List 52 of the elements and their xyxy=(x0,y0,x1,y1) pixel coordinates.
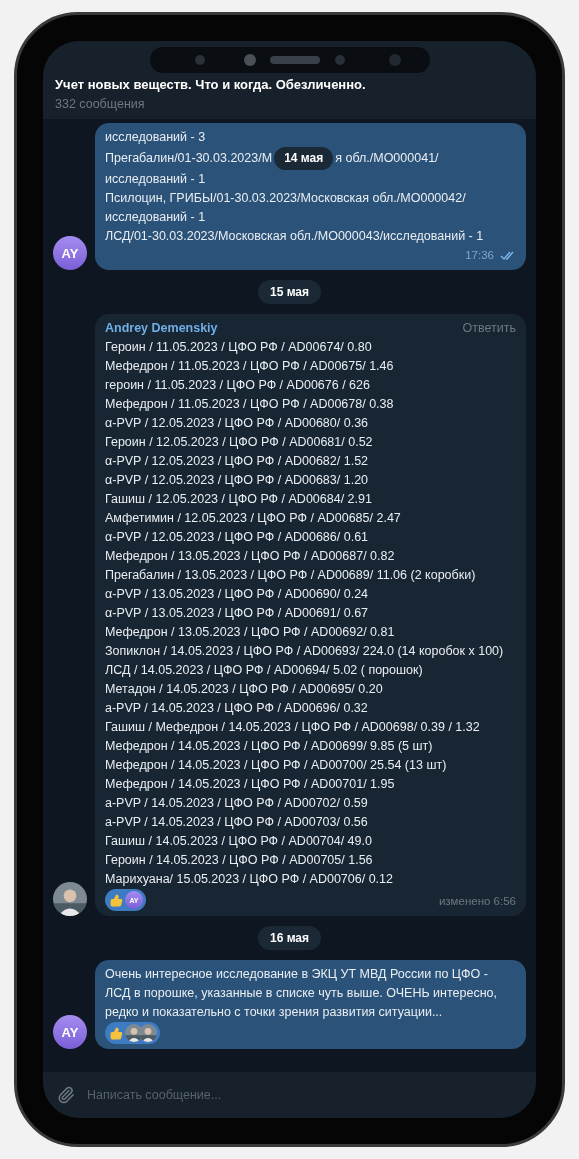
message-line: исследований - 3 xyxy=(105,129,207,147)
message-line: Гашиш / Мефедрон / 14.05.2023 / ЦФО РФ / AD00698/ 0.39 / 1.32 xyxy=(105,719,481,737)
message-line: α-PVP / 13.05.2023 / ЦФО РФ / AD00691/ 0.67 xyxy=(105,605,370,623)
message-line: ЛСД / 14.05.2023 / ЦФО РФ / AD00694/ 5.02 ( порошок) xyxy=(105,662,424,680)
message-line: Мефедрон / 14.05.2023 / ЦФО РФ / AD00699/ 9.85 (5 шт) xyxy=(105,738,434,756)
sender-name[interactable]: Andrey Demenskiy xyxy=(105,319,218,339)
message-line: Мефедрон / 14.05.2023 / ЦФО РФ / AD00701/ 1.95 xyxy=(105,776,396,794)
message-line: Мефедрон / 11.05.2023 / ЦФО РФ / AD00678/ 0.38 xyxy=(105,396,395,414)
message-line: Зопиклон / 14.05.2023 / ЦФО РФ / AD00693/ 224.0 (14 коробок х 100) xyxy=(105,643,505,661)
message-line: Мефедрон / 13.05.2023 / ЦФО РФ / AD00687/ 0.82 xyxy=(105,548,396,566)
message-line: a-PVP / 14.05.2023 / ЦФО РФ / AD00696/ 0.32 xyxy=(105,700,369,718)
chat-subtitle: 332 сообщения xyxy=(55,95,146,113)
message-line: α-PVP / 12.05.2023 / ЦФО РФ / AD00682/ 1.52 xyxy=(105,453,370,471)
reaction-chip[interactable] xyxy=(105,1022,160,1045)
thumbs-up-icon xyxy=(110,1026,123,1040)
message-line: Героин / 11.05.2023 / ЦФО РФ / AD00674/ 0.80 xyxy=(105,339,373,357)
message-line: α-PVP / 12.05.2023 / ЦФО РФ / AD00686/ 0.61 xyxy=(105,529,370,547)
message-line: героин / 11.05.2023 / ЦФО РФ / AD00676 / 626 xyxy=(105,377,371,395)
message-line: Гашиш / 14.05.2023 / ЦФО РФ / AD00704/ 49.0 xyxy=(105,833,373,851)
message-line: α-PVP / 13.05.2023 / ЦФО РФ / AD00690/ 0.24 xyxy=(105,586,370,604)
avatar[interactable]: AY xyxy=(53,236,87,271)
message-line: Героин / 14.05.2023 / ЦФО РФ / AD00705/ 1.56 xyxy=(105,852,374,870)
message-line: я обл./MO000041/ xyxy=(335,150,439,168)
chat-title: Учет новых веществ. Что и когда. Обезличенно. xyxy=(55,76,367,94)
message-line: a-PVP / 14.05.2023 / ЦФО РФ / AD00702/ 0.59 xyxy=(105,795,369,813)
message-time: изменено 6:56 xyxy=(438,894,516,910)
date-pill: 14 мая xyxy=(274,147,334,171)
reply-button[interactable]: Ответить xyxy=(462,319,516,339)
message-line: исследований - 1 xyxy=(105,171,207,189)
date-pill: 16 мая xyxy=(257,926,322,951)
message-line: Гашиш / 12.05.2023 / ЦФО РФ / AD00684/ 2.91 xyxy=(105,491,373,509)
message-line: α-PVP / 12.05.2023 / ЦФО РФ / AD00683/ 1.20 xyxy=(105,472,370,490)
message-line: Мефедрон / 13.05.2023 / ЦФО РФ / AD00692/ 0.81 xyxy=(105,624,396,642)
date-pill: 15 мая xyxy=(257,280,322,305)
attach-icon[interactable] xyxy=(57,1086,75,1104)
message-line: α-PVP / 12.05.2023 / ЦФО РФ / AD00680/ 0.36 xyxy=(105,415,370,433)
message-line: Прегабалин/01-30.03.2023/М xyxy=(105,150,273,168)
message-line: Метадон / 14.05.2023 / ЦФО РФ / AD00695/ 0.20 xyxy=(105,681,384,699)
message-time: 17:36 xyxy=(465,248,494,264)
message-line: ЛСД/01-30.03.2023/Московская обл./MO000043/исследований - 1 xyxy=(105,228,485,246)
message-line: Очень интересное исследование в ЭКЦ УТ МВД России по ЦФО - ЛСД в порошке, указанные в списке чуть выше. ОЧЕНЬ интересно, редко и показательно с точки зрения развития ситуации... xyxy=(105,966,499,1022)
thumbs-up-icon xyxy=(110,893,123,907)
message-line: Псилоцин, ГРИБЫ/01-30.03.2023/Московская обл./MO000042/ xyxy=(105,190,467,208)
message-line: Прегабалин / 13.05.2023 / ЦФО РФ / AD00689/ 11.06 (2 коробки) xyxy=(105,567,477,585)
message-line: Героин / 12.05.2023 / ЦФО РФ / AD00681/ 0.52 xyxy=(105,434,374,452)
message-line: Марихуана/ 15.05.2023 / ЦФО РФ / AD00706/ 0.12 xyxy=(105,871,394,889)
message-line: Мефедрон / 14.05.2023 / ЦФО РФ / AD00700/ 25.54 (13 шт) xyxy=(105,757,448,775)
message-line: исследований - 1 xyxy=(105,209,207,227)
message-line: a-PVP / 14.05.2023 / ЦФО РФ / AD00703/ 0.56 xyxy=(105,814,369,832)
avatar[interactable]: AY xyxy=(53,1015,87,1050)
message-line: Мефедрон / 11.05.2023 / ЦФО РФ / AD00675/ 1.46 xyxy=(105,358,395,376)
message-line: Амфетимин / 12.05.2023 / ЦФО РФ / AD00685/ 2.47 xyxy=(105,510,402,528)
